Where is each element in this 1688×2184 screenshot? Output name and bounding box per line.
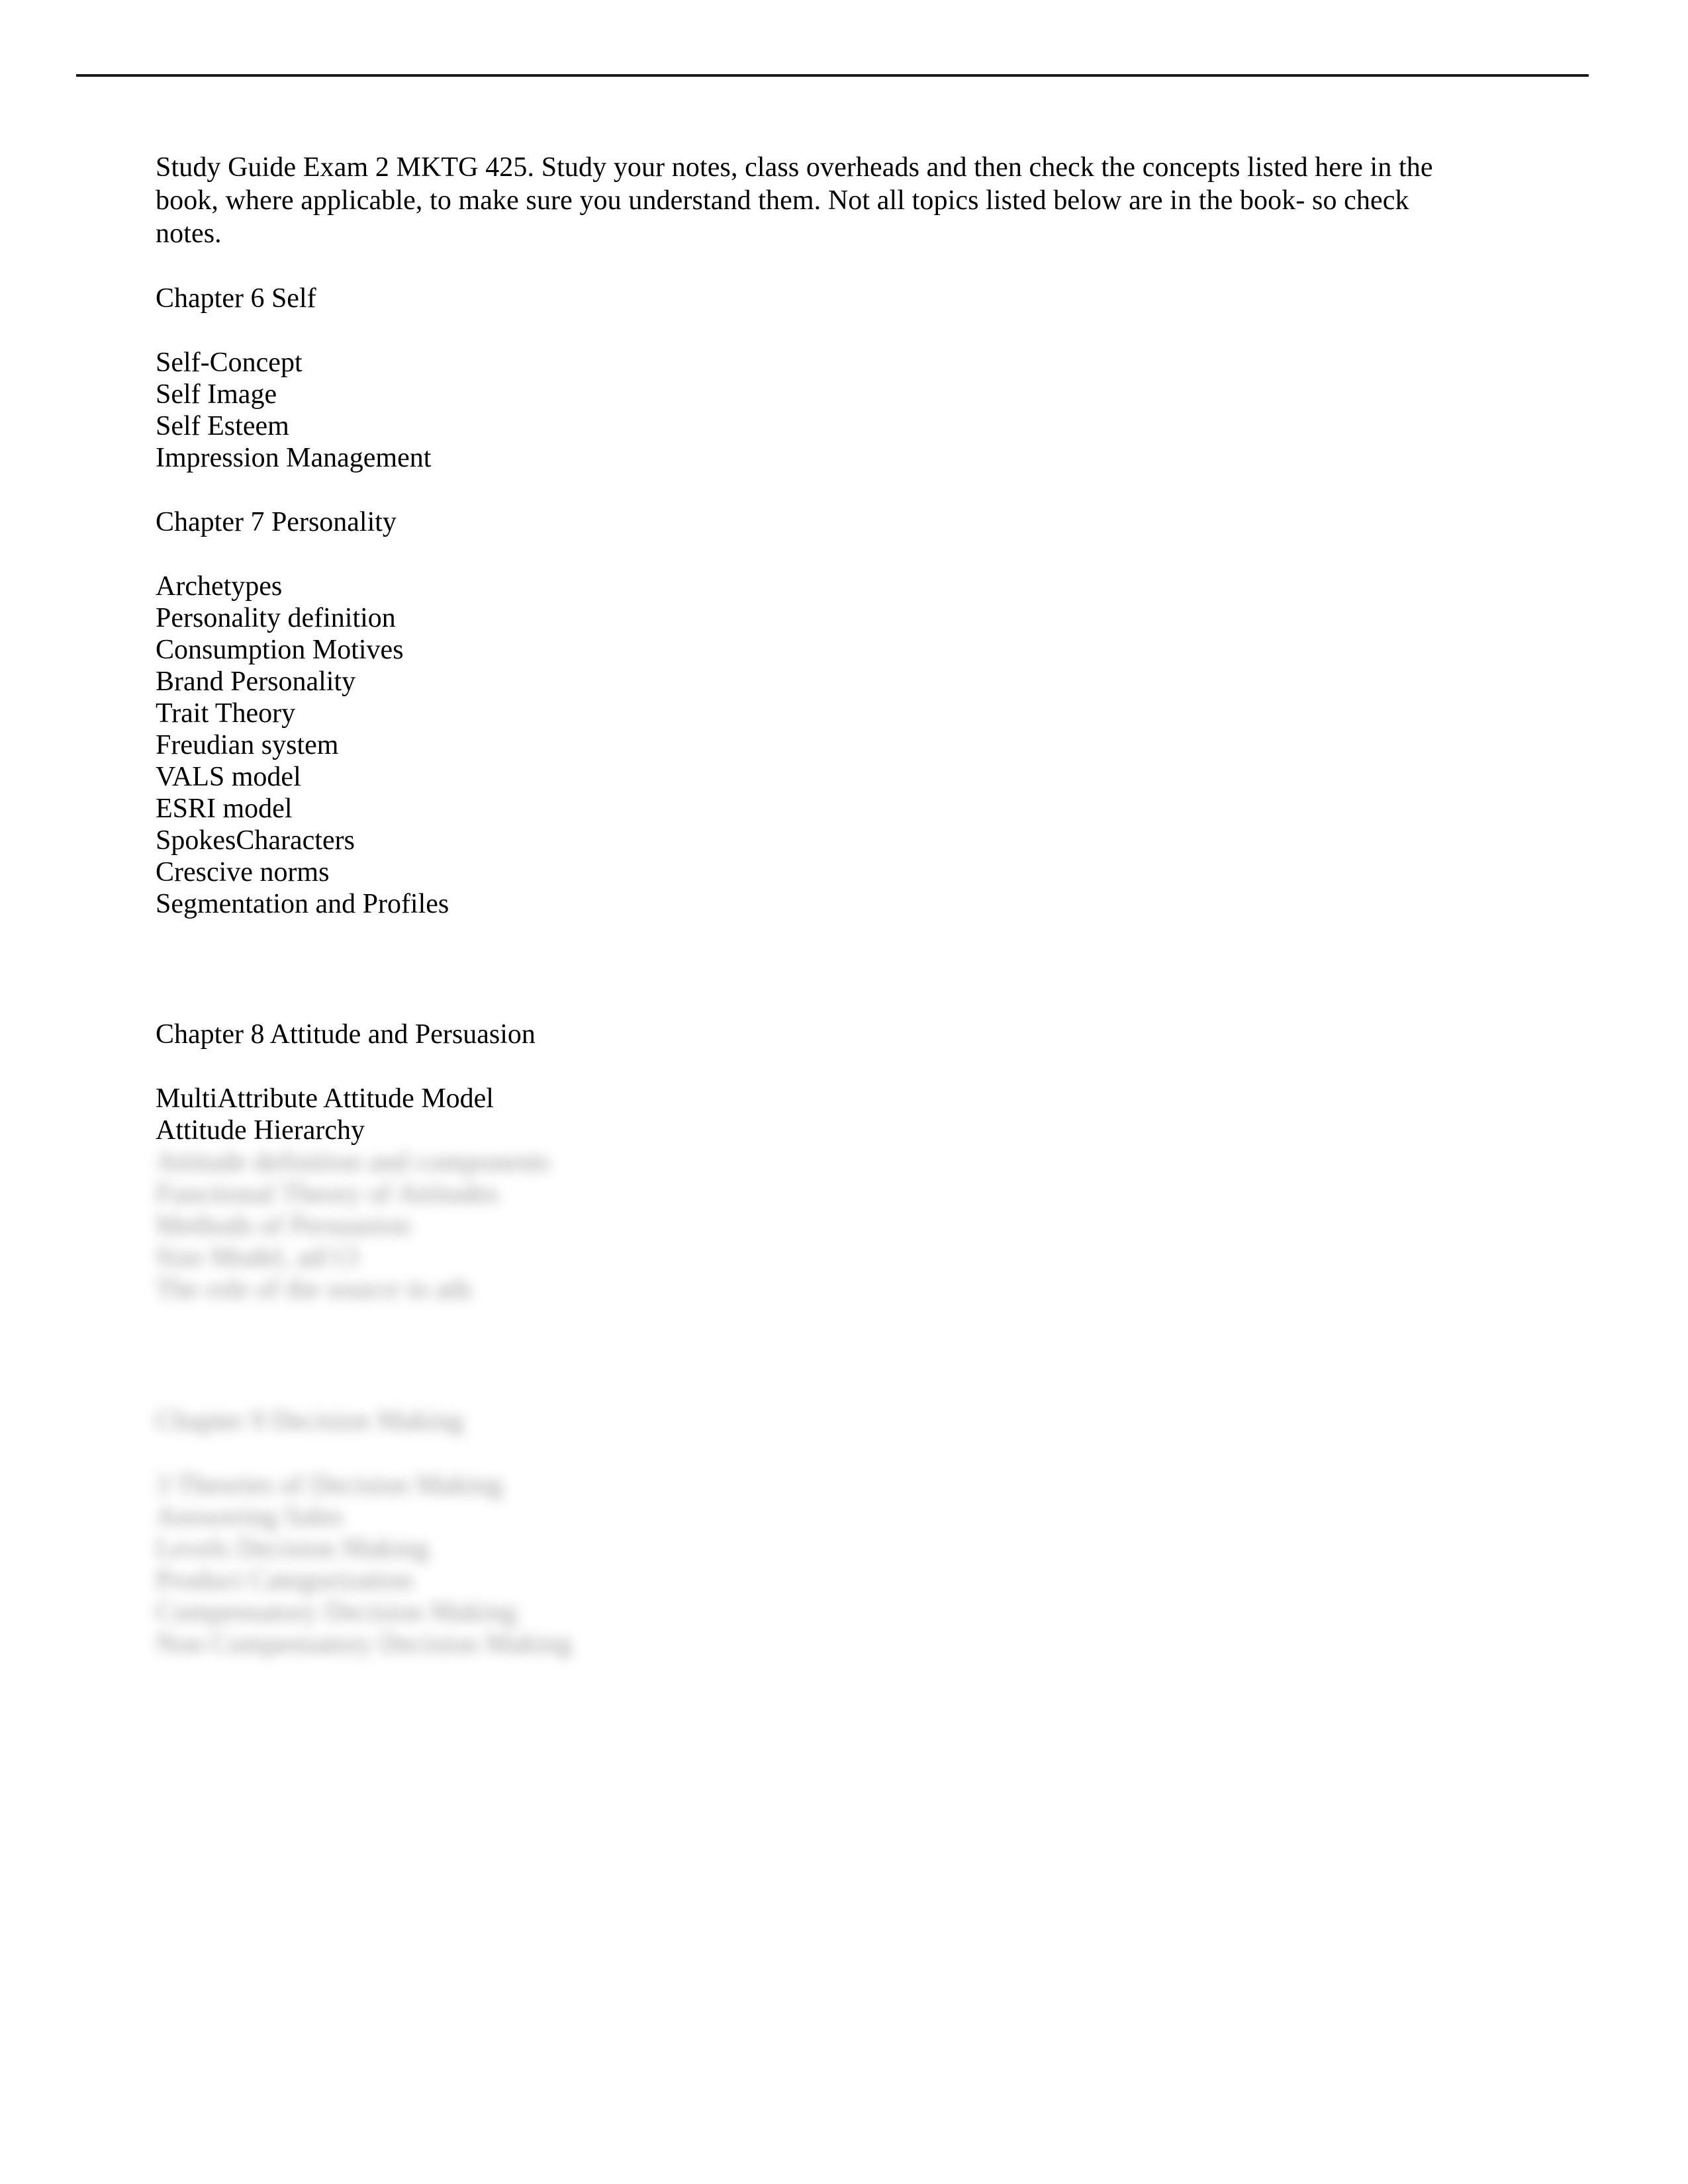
list-item: Personality definition (156, 603, 396, 633)
section-heading-chapter-8: Chapter 8 Attitude and Persuasion (156, 1019, 536, 1050)
list-item: Consumption Motives (156, 635, 404, 665)
section-heading-chapter-9-redacted: Chapter 9 Decision Making (156, 1406, 464, 1436)
list-item: Attitude definition and components (156, 1147, 551, 1177)
redacted-block-chapter-8-continued: Attitude definition and components Funct… (156, 1146, 1559, 1660)
list-item: 3 Theories of Decision Making (156, 1470, 503, 1500)
list-item: MultiAttribute Attitude Model (156, 1083, 494, 1114)
document-page: Study Guide Exam 2 MKTG 425. Study your … (0, 0, 1688, 2184)
list-item: SpokesCharacters (156, 825, 355, 856)
list-item: Self Image (156, 379, 277, 410)
section-heading-chapter-7: Chapter 7 Personality (156, 507, 397, 537)
list-item: Functional Theory of Attitudes (156, 1179, 499, 1209)
list-item: Attitude Hierarchy (156, 1115, 365, 1146)
list-item: Freudian system (156, 730, 339, 760)
list-item: Levels Decision Making (156, 1533, 429, 1564)
list-item: Self Esteem (156, 411, 289, 441)
list-item: Self-Concept (156, 347, 303, 378)
section-list-chapter-9-redacted: 3 Theories of Decision Making Answering … (156, 1469, 1559, 1660)
list-item: Trait Theory (156, 698, 296, 729)
list-item: The role of the source in ads (156, 1274, 473, 1304)
list-item: Brand Personality (156, 666, 356, 697)
list-item: Compensatory Decision Making (156, 1597, 517, 1627)
list-item: Non Compensatory Decision Making (156, 1629, 572, 1659)
section-list-chapter-8: MultiAttribute Attitude Model Attitude H… (156, 1083, 1559, 1146)
section-list-chapter-6: Self-Concept Self Image Self Esteem Impr… (156, 347, 1559, 474)
section-list-chapter-7: Archetypes Personality definition Consum… (156, 570, 1559, 920)
list-item: Impression Management (156, 443, 432, 473)
header-horizontal-rule (76, 74, 1589, 77)
intro-paragraph: Study Guide Exam 2 MKTG 425. Study your … (156, 152, 1433, 249)
list-item: Archetypes (156, 571, 283, 602)
list-item: Answering Sales (156, 1502, 344, 1532)
list-item: ESRI model (156, 794, 293, 824)
section-list-chapter-8-redacted: Attitude definition and components Funct… (156, 1146, 1559, 1305)
list-item: Size Model, ad/13 (156, 1242, 359, 1273)
list-item: Segmentation and Profiles (156, 889, 449, 919)
list-item: Methods of Persuasion (156, 1210, 410, 1241)
section-heading-chapter-6: Chapter 6 Self (156, 283, 316, 314)
document-content: Study Guide Exam 2 MKTG 425. Study your … (156, 151, 1559, 1660)
list-item: Product Categorization (156, 1565, 413, 1596)
list-item: Crescive norms (156, 857, 330, 887)
list-item: VALS model (156, 762, 301, 792)
